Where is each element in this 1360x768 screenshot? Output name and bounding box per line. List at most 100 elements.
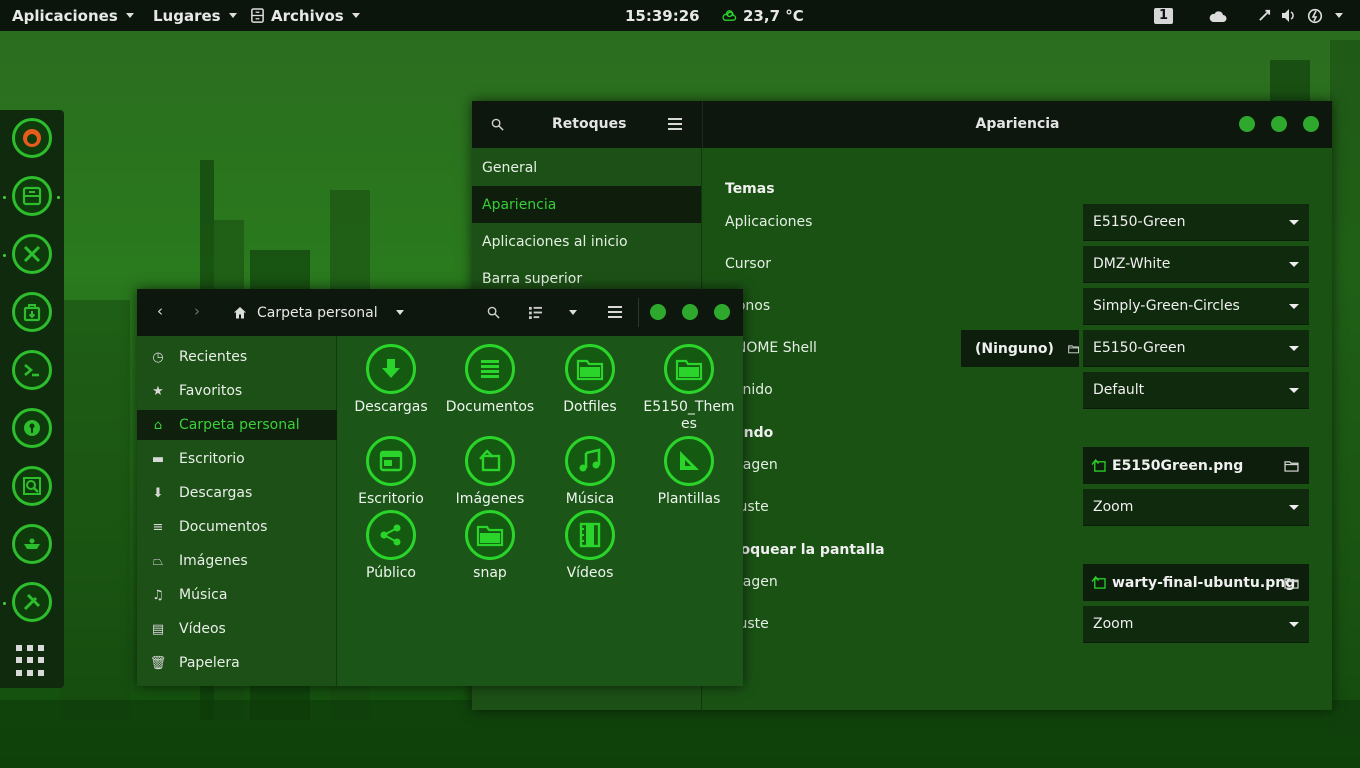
places-menu[interactable]: Lugares [153, 0, 237, 31]
file-item-templates[interactable]: Plantillas [641, 436, 737, 508]
chevron-down-icon [1289, 262, 1299, 267]
select-value: Zoom [1093, 499, 1134, 515]
minimize-button[interactable] [1239, 116, 1255, 132]
sidebar-item-home[interactable]: ⌂ Carpeta personal [137, 410, 337, 440]
cloud-sync-indicator[interactable] [1209, 0, 1227, 31]
running-indicator [3, 254, 6, 257]
sidebar-item-starred[interactable]: ★ Favoritos [137, 376, 337, 406]
terminal-icon[interactable] [12, 350, 52, 390]
shell-theme-file-button[interactable]: (Ninguno) [961, 330, 1079, 367]
sidebar-item-label: Recientes [179, 349, 248, 365]
file-item-downloads[interactable]: Descargas [343, 344, 439, 416]
files-cabinet-icon[interactable] [12, 176, 52, 216]
maximize-button[interactable] [1271, 116, 1287, 132]
sidebar-item-documents[interactable]: ≡ Documentos [137, 512, 337, 542]
sidebar-item-appearance[interactable]: Apariencia [472, 186, 701, 223]
clock[interactable]: 15:39:26 [625, 0, 700, 31]
chevron-down-icon [1289, 346, 1299, 351]
file-item-dotfiles[interactable]: Dotfiles [542, 344, 638, 416]
sidebar-item-desktop[interactable]: ▬ Escritorio [137, 444, 337, 474]
weather-indicator[interactable]: 23,7 °C [722, 0, 804, 31]
trash-icon: 🗑 [149, 655, 167, 671]
select-value: DMZ-White [1093, 256, 1171, 272]
file-item-music[interactable]: Música [542, 436, 638, 508]
apps-grid-icon[interactable] [16, 645, 48, 677]
list-view-icon[interactable] [529, 306, 542, 319]
file-name: Plantillas [657, 491, 721, 507]
software-bag-icon[interactable] [12, 292, 52, 332]
files-app-menu[interactable]: Archivos [250, 0, 360, 31]
hammer-wrench-icon[interactable] [12, 582, 52, 622]
back-button[interactable]: ‹ [157, 302, 163, 320]
close-button[interactable] [1303, 116, 1319, 132]
power-icon [1307, 8, 1323, 23]
passwords-keyhole-icon[interactable] [12, 408, 52, 448]
sidebar-item-music[interactable]: ♫ Música [137, 580, 337, 610]
applications-theme-select[interactable]: E5150-Green [1083, 204, 1309, 241]
select-value: E5150-Green [1093, 340, 1186, 356]
files-window: ‹ › Carpeta personal ◷ Recientes ★ Favorit… [137, 289, 743, 686]
icons-theme-select[interactable]: Simply-Green-Circles [1083, 288, 1309, 325]
path-bar[interactable]: Carpeta personal [233, 289, 404, 336]
sound-theme-select[interactable]: Default [1083, 372, 1309, 409]
maximize-button[interactable] [682, 304, 698, 320]
background-image-button[interactable]: E5150Green.png [1083, 447, 1309, 484]
folder-icon [565, 344, 615, 394]
weather-temp: 23,7 °C [743, 6, 804, 25]
file-name: E5150Green.png [1112, 457, 1244, 474]
sidebar-item-recent[interactable]: ◷ Recientes [137, 342, 337, 372]
file-item-documents[interactable]: Documentos [442, 344, 538, 416]
shell-theme-select[interactable]: E5150-Green [1083, 330, 1309, 367]
home-icon: ⌂ [153, 417, 163, 433]
folder-icon [465, 510, 515, 560]
public-folder-icon [366, 510, 416, 560]
firefox-icon[interactable] [12, 118, 52, 158]
applications-menu[interactable]: Aplicaciones [12, 0, 134, 31]
desktop-folder-icon [366, 436, 416, 486]
path-label: Carpeta personal [257, 304, 378, 321]
workspace-indicator[interactable]: 1 [1154, 0, 1174, 31]
view-options-chevron-icon[interactable] [569, 310, 577, 315]
sidebar-item-general[interactable]: General [472, 149, 701, 186]
cursor-theme-select[interactable]: DMZ-White [1083, 246, 1309, 283]
lock-image-button[interactable]: warty-final-ubuntu.png [1083, 564, 1309, 601]
lamp-icon[interactable] [12, 524, 52, 564]
search-icon[interactable] [491, 118, 504, 131]
tweaks-headerbar: Retoques Apariencia [472, 101, 1332, 148]
file-item-videos[interactable]: Vídeos [542, 510, 638, 582]
file-item-desktop[interactable]: Escritorio [343, 436, 439, 508]
file-name: snap [473, 565, 507, 581]
sidebar-item-videos[interactable]: ▤ Vídeos [137, 614, 337, 644]
documents-folder-icon [465, 344, 515, 394]
file-item-e5150-themes[interactable]: E5150_Themes [641, 344, 737, 433]
background-adjust-select[interactable]: Zoom [1083, 489, 1309, 526]
sidebar-item-startup-apps[interactable]: Aplicaciones al inicio [472, 223, 701, 260]
system-menu[interactable] [1258, 0, 1343, 31]
file-item-snap[interactable]: snap [442, 510, 538, 582]
chevron-down-icon [395, 310, 404, 315]
tools-icon[interactable] [12, 234, 52, 274]
close-button[interactable] [714, 304, 730, 320]
running-indicator [3, 602, 6, 605]
menu-icon[interactable] [668, 118, 682, 130]
search-magnifier-icon[interactable] [12, 466, 52, 506]
tweaks-title: Retoques [552, 116, 627, 132]
minimize-button[interactable] [650, 304, 666, 320]
running-indicator [57, 196, 60, 199]
sidebar-item-downloads[interactable]: ⬇ Descargas [137, 478, 337, 508]
forward-button[interactable]: › [194, 302, 200, 320]
sidebar-item-pictures[interactable]: ⏢ Imágenes [137, 546, 337, 576]
file-name: Documentos [445, 399, 535, 415]
chevron-down-icon [1289, 304, 1299, 309]
search-icon[interactable] [487, 306, 500, 319]
file-item-public[interactable]: Público [343, 510, 439, 582]
menu-icon[interactable] [608, 306, 622, 318]
sidebar-item-label: Escritorio [179, 451, 245, 467]
image-file-icon [1091, 459, 1106, 472]
file-item-pictures[interactable]: Imágenes [442, 436, 538, 508]
file-name: Público [366, 565, 416, 581]
file-none-label: (Ninguno) [975, 340, 1054, 357]
lock-adjust-select[interactable]: Zoom [1083, 606, 1309, 643]
sidebar-item-trash[interactable]: 🗑 Papelera [137, 648, 337, 678]
download-icon: ⬇ [152, 485, 164, 501]
